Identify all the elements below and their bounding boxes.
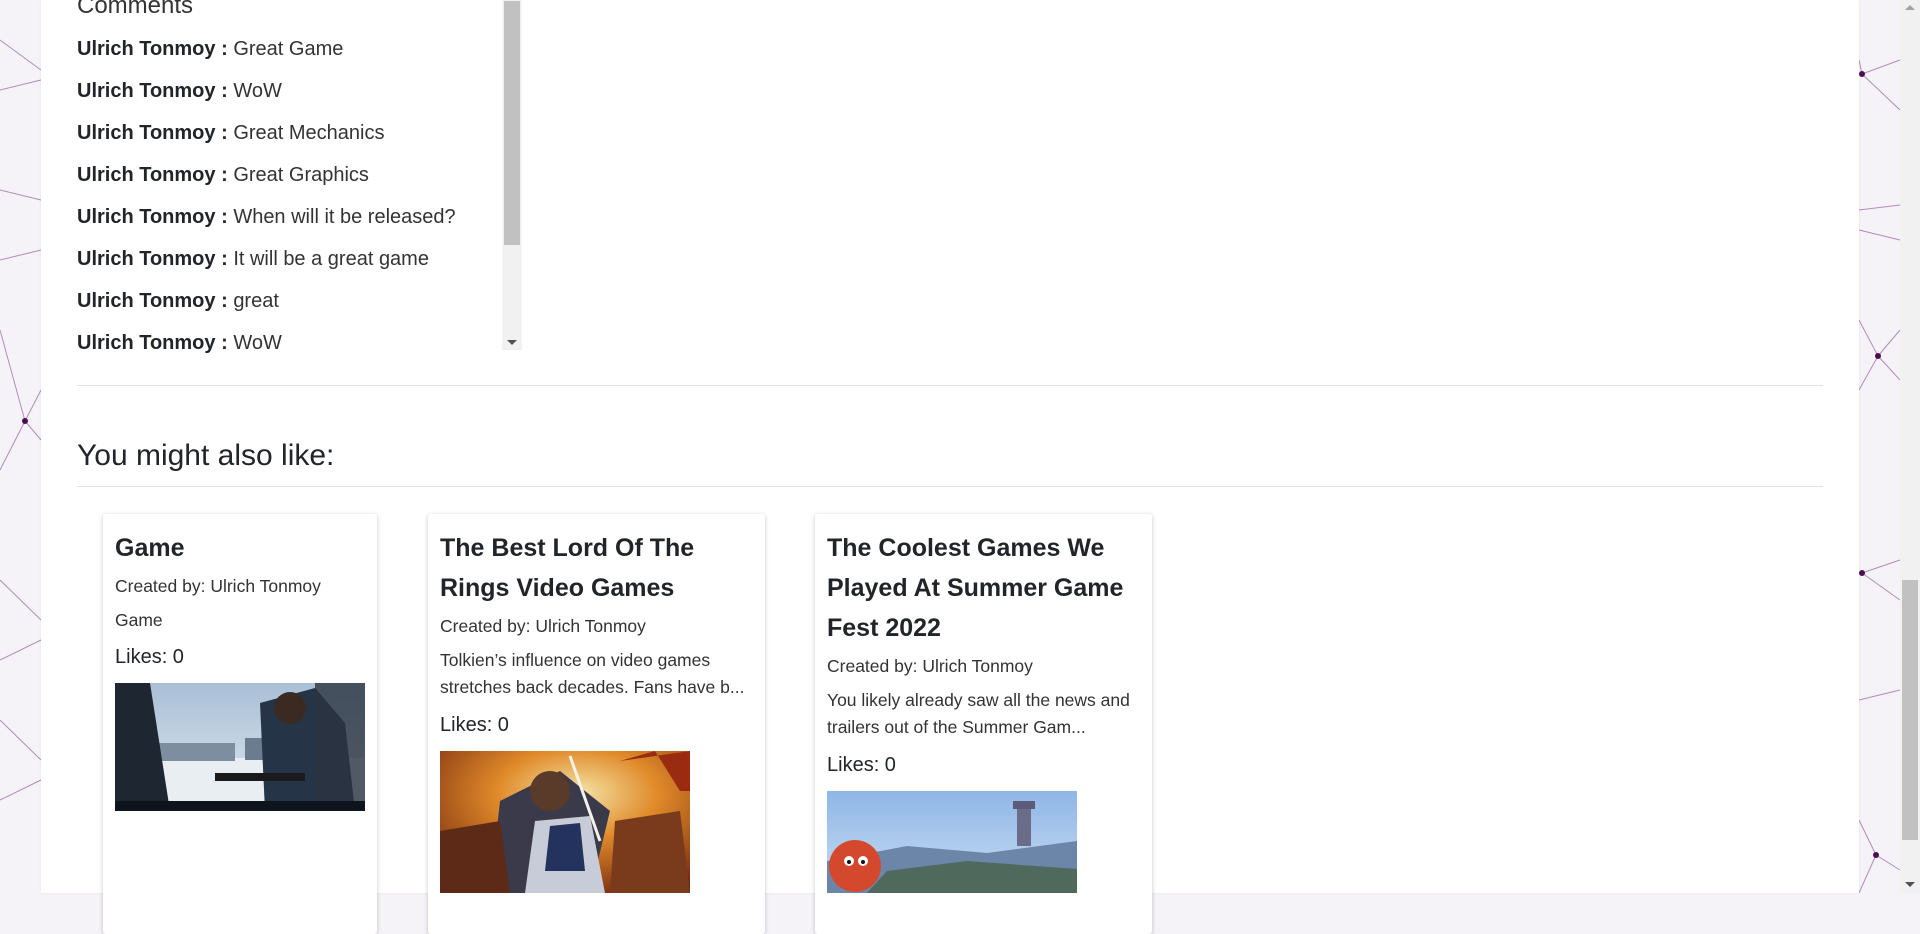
comment-author: Ulrich Tonmoy : (77, 122, 228, 144)
recommendation-card[interactable]: The Coolest Games We Played At Summer Gam… (815, 514, 1152, 934)
comment-item: Ulrich Tonmoy : It will be a great game (77, 246, 429, 272)
card-likes: Likes: 0 (827, 754, 896, 776)
comment-text: It will be a great game (233, 248, 429, 270)
comment-text: great (233, 290, 279, 312)
comment-item: Ulrich Tonmoy : great (77, 288, 279, 314)
scroll-down-arrow-icon[interactable] (507, 340, 517, 345)
scroll-up-arrow-icon[interactable] (1905, 5, 1915, 10)
card-title[interactable]: Game (115, 528, 184, 568)
recommendation-card[interactable]: Game Created by: Ulrich Tonmoy Game Like… (103, 514, 377, 934)
comments-heading: Comments (77, 0, 194, 19)
card-title[interactable]: The Best Lord Of The Rings Video Games (440, 528, 694, 608)
comment-author: Ulrich Tonmoy : (77, 206, 228, 228)
card-thumbnail[interactable] (827, 791, 1077, 893)
card-title[interactable]: The Coolest Games We Played At Summer Gam… (827, 528, 1123, 648)
comments-scrollbar-thumb[interactable] (504, 1, 520, 245)
card-author: Created by: Ulrich Tonmoy (827, 656, 1033, 676)
card-likes: Likes: 0 (440, 714, 509, 736)
card-description: Tolkien’s influence on video games stretc… (440, 650, 745, 697)
comment-item: Ulrich Tonmoy : WoW (77, 330, 282, 356)
divider (77, 385, 1823, 386)
content-container: Comments Ulrich Tonmoy : Great Game Ulri… (41, 0, 1859, 934)
scroll-down-arrow-icon[interactable] (1905, 882, 1915, 887)
comment-item: Ulrich Tonmoy : When will it be released… (77, 204, 456, 230)
comment-item: Ulrich Tonmoy : WoW (77, 78, 282, 104)
comment-author: Ulrich Tonmoy : (77, 164, 228, 186)
comment-text: Great Graphics (233, 164, 369, 186)
comment-text: WoW (233, 80, 282, 102)
card-thumbnail[interactable] (440, 751, 690, 893)
comment-author: Ulrich Tonmoy : (77, 290, 228, 312)
card-description: Game (115, 610, 163, 630)
card-author: Created by: Ulrich Tonmoy (115, 576, 321, 596)
card-likes: Likes: 0 (115, 646, 184, 668)
recommendations-title: You might also like: (77, 439, 335, 472)
comments-section[interactable]: Comments Ulrich Tonmoy : Great Game Ulri… (77, 0, 525, 360)
divider (77, 486, 1823, 487)
comment-author: Ulrich Tonmoy : (77, 80, 228, 102)
comment-text: When will it be released? (233, 206, 456, 228)
comments-scrollbar[interactable] (502, 0, 522, 350)
page-scrollbar[interactable] (1900, 0, 1920, 893)
comment-item: Ulrich Tonmoy : Great Graphics (77, 162, 369, 188)
card-author: Created by: Ulrich Tonmoy (440, 616, 646, 636)
card-thumbnail[interactable] (115, 683, 365, 811)
comment-text: Great Mechanics (233, 122, 385, 144)
card-description: You likely already saw all the news and t… (827, 690, 1130, 737)
comment-author: Ulrich Tonmoy : (77, 38, 228, 60)
comment-text: WoW (233, 332, 282, 354)
comment-item: Ulrich Tonmoy : Great Game (77, 36, 343, 62)
comment-text: Great Game (233, 38, 344, 60)
comment-author: Ulrich Tonmoy : (77, 248, 228, 270)
recommendation-card[interactable]: The Best Lord Of The Rings Video Games Cr… (428, 514, 765, 934)
page-scrollbar-thumb[interactable] (1902, 580, 1918, 840)
comment-item: Ulrich Tonmoy : Great Mechanics (77, 120, 384, 146)
comment-author: Ulrich Tonmoy : (77, 332, 228, 354)
